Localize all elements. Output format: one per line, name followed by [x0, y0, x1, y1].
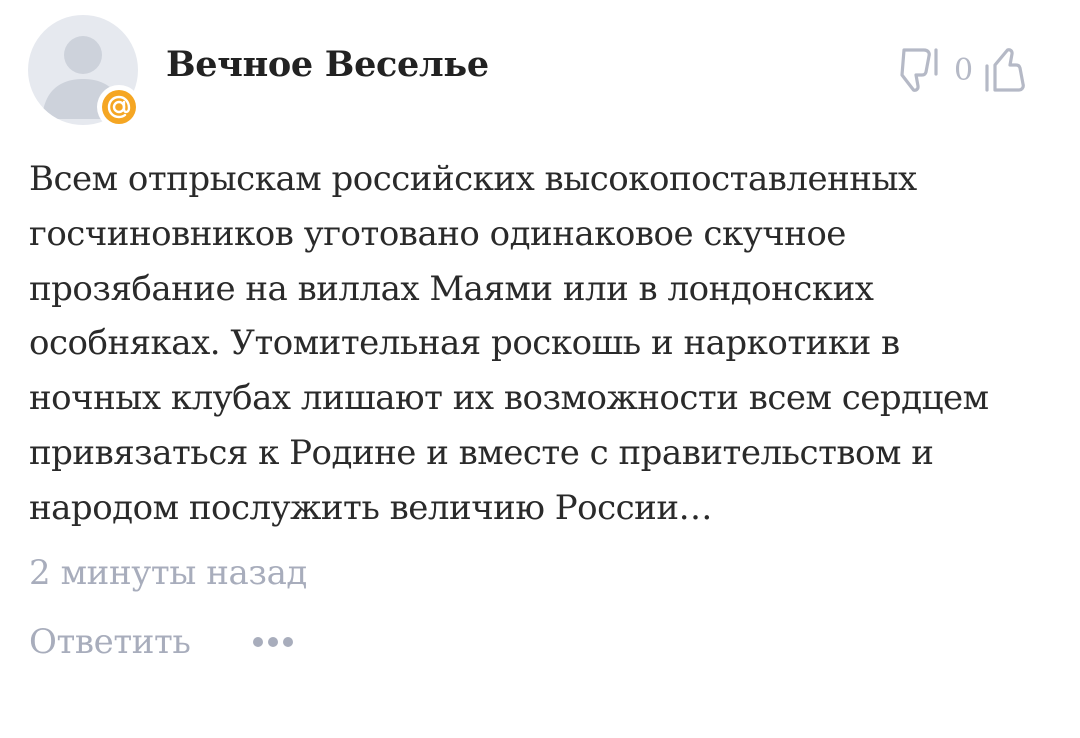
reply-button[interactable]: Ответить [29, 622, 191, 662]
more-dot [267, 637, 278, 647]
comment-text-line: прозябание на виллах Маями или в лондонс… [29, 268, 874, 309]
comment: Вечное Веселье 0 Всем отпрыскам российск… [0, 0, 1080, 738]
comment-text-line: особняках. Утомительная роскошь и наркот… [29, 323, 900, 364]
more-dots-icon[interactable] [252, 622, 293, 662]
comment-text-line: Всем отпрыскам российских высокопоставле… [29, 159, 917, 199]
vote-count: 0 [954, 52, 974, 88]
vote-controls: 0 [896, 40, 1027, 100]
comment-text-line: ночных клубах лишают их возможности всем… [29, 378, 989, 419]
comment-text-line: госчиновников уготовано одинаковое скучн… [29, 213, 846, 254]
mail-at-icon [97, 85, 141, 129]
comment-text-line: привязаться к Родине и вместе с правител… [29, 432, 934, 473]
author-name[interactable]: Вечное Веселье [166, 44, 489, 85]
thumb-up-icon[interactable] [979, 42, 1027, 98]
thumb-down-icon[interactable] [896, 42, 944, 98]
comment-text-line: народом послужить величию России… [29, 487, 713, 528]
comment-text: Всем отпрыскам российских высокопоставле… [29, 152, 1029, 536]
comment-timestamp: 2 минуты назад [29, 553, 307, 593]
more-dot [282, 637, 293, 647]
more-dot [252, 637, 263, 647]
comment-actions: Ответить [29, 622, 293, 662]
